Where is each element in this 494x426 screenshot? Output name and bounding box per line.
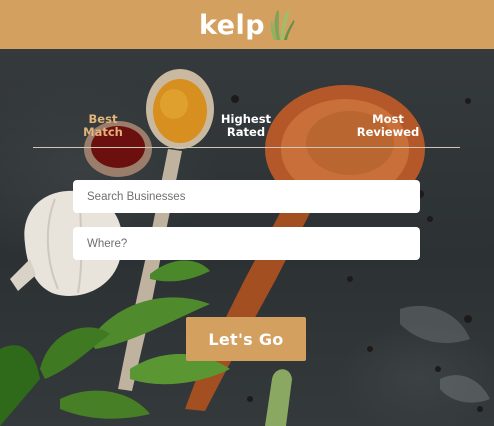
kelp-leaf-icon xyxy=(269,7,295,45)
search-businesses-input[interactable] xyxy=(73,180,420,213)
sort-tabs: Best Match Highest Rated Most Reviewed xyxy=(33,113,460,148)
lets-go-button[interactable]: Let's Go xyxy=(186,317,306,361)
top-header: kelp xyxy=(0,0,494,49)
brand-logo[interactable]: kelp xyxy=(199,7,295,45)
brand-name: kelp xyxy=(198,10,266,41)
tab-best-match[interactable]: Best Match xyxy=(71,113,135,139)
location-input[interactable] xyxy=(73,227,420,260)
tab-highest-rated[interactable]: Highest Rated xyxy=(211,113,281,139)
tab-most-reviewed[interactable]: Most Reviewed xyxy=(347,113,429,139)
